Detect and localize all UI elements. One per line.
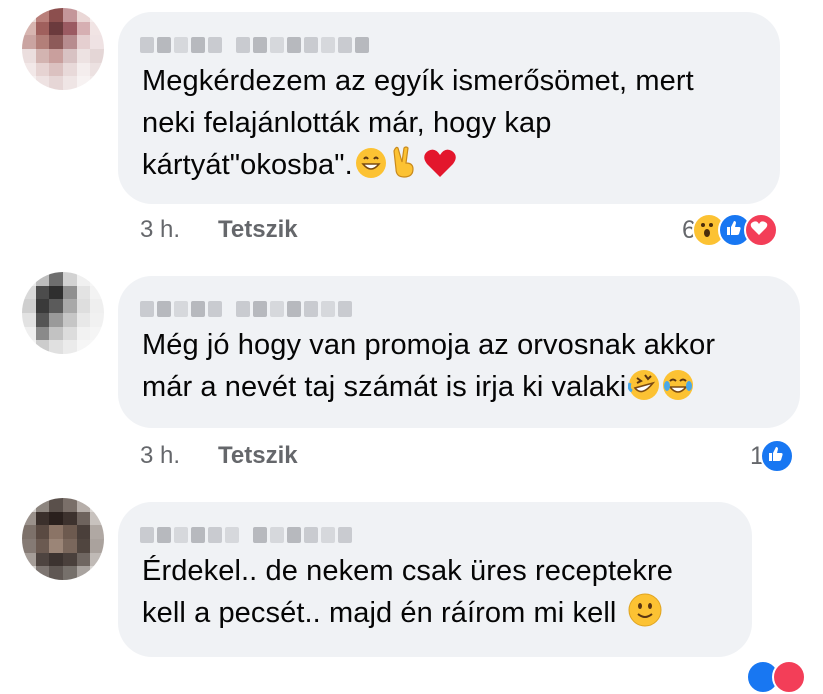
love-icon bbox=[743, 213, 778, 247]
comment-bubble: Megkérdezem az egyík ismerősömet, mert n… bbox=[118, 12, 780, 204]
comment-text: Megkérdezem az egyík ismerősömet, mert n… bbox=[142, 60, 694, 191]
comment-meta: 3 h. Tetszik bbox=[140, 442, 298, 470]
comment-bubble: Még jó hogy van promoja az orvosnak akko… bbox=[118, 276, 800, 428]
avatar[interactable] bbox=[22, 498, 104, 580]
reactions-summary[interactable]: 1 bbox=[750, 439, 794, 473]
reactions-summary[interactable]: 6 bbox=[682, 213, 778, 247]
victory-hand-icon bbox=[389, 145, 421, 191]
avatar[interactable] bbox=[22, 272, 104, 354]
comment-text: Érdekel.. de nekem csak üres receptekre … bbox=[142, 550, 673, 639]
comment-bubble: Érdekel.. de nekem csak üres receptekre … bbox=[118, 502, 752, 657]
author-name[interactable] bbox=[140, 524, 352, 546]
like-button[interactable]: Tetszik bbox=[218, 216, 298, 243]
reactions-summary[interactable] bbox=[746, 660, 806, 694]
love-icon bbox=[772, 660, 806, 694]
slightly-smiling-face-icon bbox=[628, 593, 662, 639]
heart-icon bbox=[423, 147, 457, 191]
like-icon bbox=[759, 439, 794, 473]
timestamp[interactable]: 3 h. bbox=[140, 216, 180, 243]
rolling-on-floor-laughing-icon bbox=[628, 369, 660, 413]
avatar[interactable] bbox=[22, 8, 104, 90]
comment-text: Még jó hogy van promoja az orvosnak akko… bbox=[142, 324, 715, 413]
tears-of-joy-icon bbox=[662, 369, 694, 413]
author-name[interactable] bbox=[140, 298, 352, 320]
timestamp[interactable]: 3 h. bbox=[140, 442, 180, 469]
comment-meta: 3 h. Tetszik bbox=[140, 216, 298, 244]
like-button[interactable]: Tetszik bbox=[218, 442, 298, 469]
author-name[interactable] bbox=[140, 34, 369, 56]
grinning-face-icon bbox=[355, 147, 387, 191]
